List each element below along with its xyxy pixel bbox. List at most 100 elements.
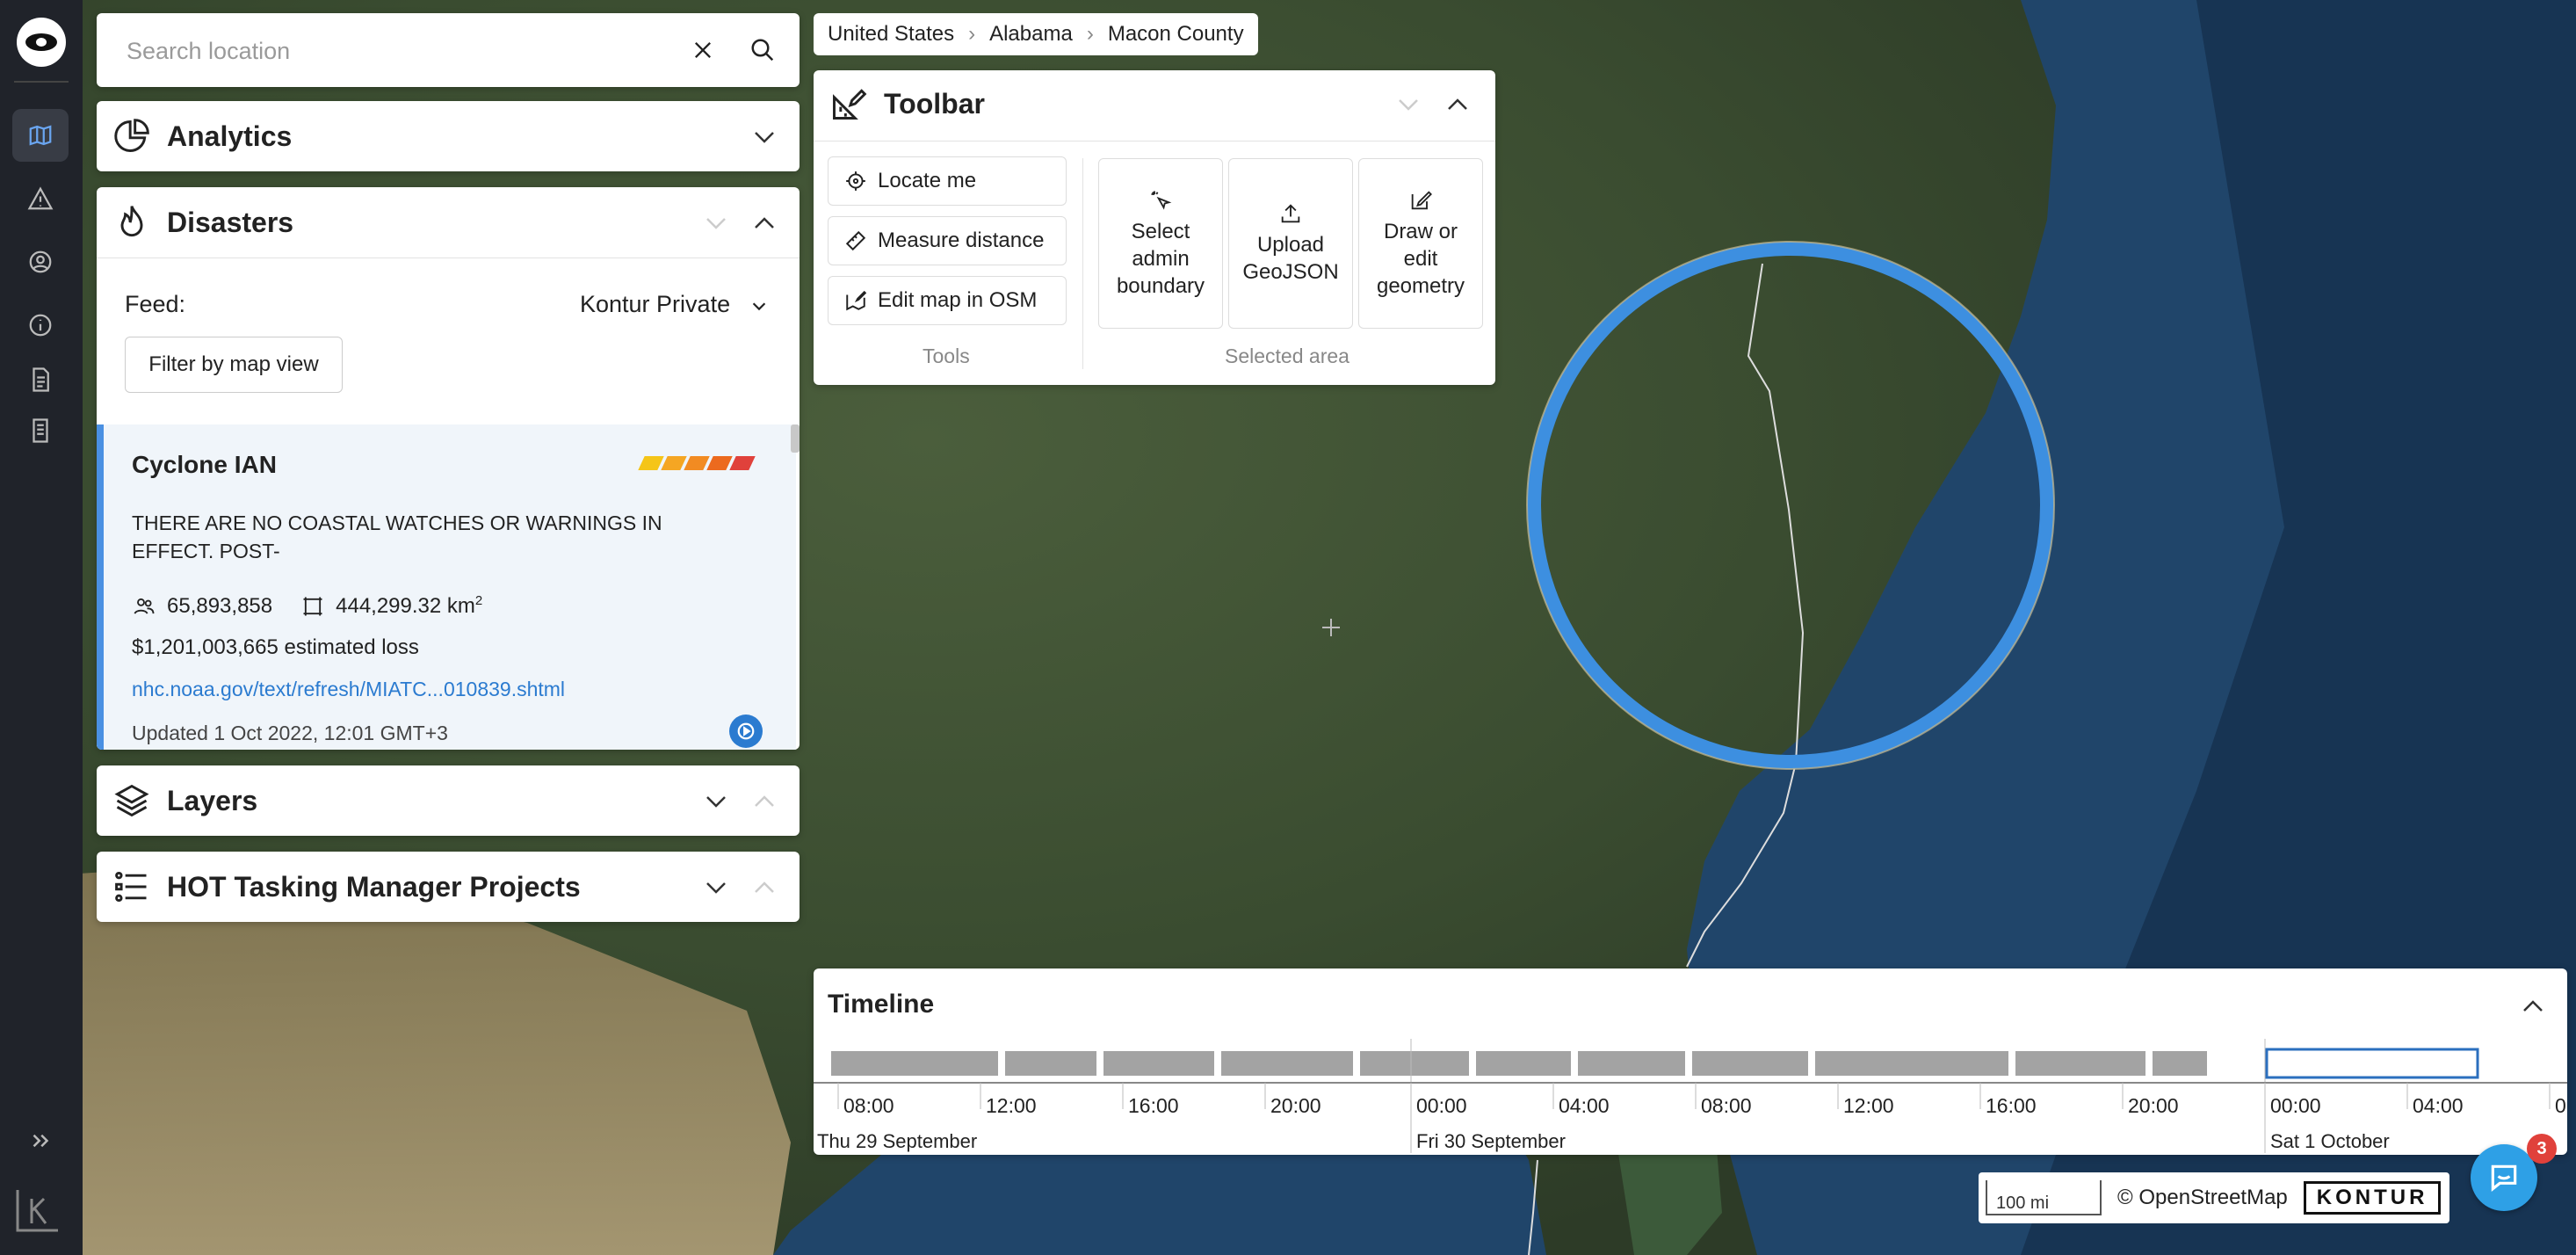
- list-scrollbar[interactable]: [791, 424, 800, 453]
- severity-segment: [729, 456, 756, 470]
- user-circle-icon: [29, 250, 52, 273]
- disasters-panel: Disasters Feed: Kontur Private Filter by…: [97, 187, 800, 750]
- kontur-brand[interactable]: KONTUR: [2303, 1181, 2442, 1215]
- severity-indicator: [638, 456, 756, 470]
- timeline-tick-label: 00:00: [1416, 1094, 1467, 1117]
- app-logo[interactable]: [17, 18, 66, 67]
- chevron-down-icon[interactable]: [703, 874, 729, 901]
- timeline-day-label: Sat 1 October: [2270, 1130, 2390, 1152]
- layers-title: Layers: [167, 784, 258, 816]
- ruler-pencil-icon: [833, 89, 867, 120]
- analytics-panel: Analytics: [97, 101, 800, 171]
- chevron-up-icon[interactable]: [751, 788, 778, 815]
- updated-timestamp: Updated 1 Oct 2022, 12:01 GMT+3: [132, 722, 448, 744]
- chat-notification-badge: 3: [2527, 1134, 2557, 1164]
- source-link[interactable]: nhc.noaa.gov/text/refresh/MIATC...010839…: [132, 678, 565, 701]
- upload-geojson-button[interactable]: Upload GeoJSON: [1228, 158, 1353, 329]
- disasters-title: Disasters: [167, 206, 294, 238]
- timeline-tick-label: 12:00: [986, 1094, 1037, 1117]
- draw-geometry-button[interactable]: Draw or edit geometry: [1358, 158, 1483, 329]
- draw-geometry-label: Draw or edit geometry: [1376, 219, 1465, 298]
- timeline-tick-label: 20:00: [1270, 1094, 1321, 1117]
- upload-geojson-label: Upload GeoJSON: [1242, 233, 1339, 284]
- disasters-header[interactable]: Disasters: [97, 187, 800, 258]
- breadcrumb-item[interactable]: Macon County: [1108, 22, 1244, 47]
- chevron-down-icon[interactable]: [703, 210, 729, 236]
- play-timeline-button[interactable]: [729, 715, 763, 748]
- analytics-header[interactable]: Analytics: [97, 101, 800, 171]
- document-lines-icon: [33, 418, 48, 443]
- rail-item-map[interactable]: [12, 109, 69, 162]
- disaster-card[interactable]: Cyclone IAN THERE ARE NO COASTAL WATCHES…: [97, 424, 796, 750]
- rail-item-notes[interactable]: [12, 404, 69, 457]
- breadcrumb-bar: United States › Alabama › Macon County: [814, 13, 1258, 55]
- measure-distance-label: Measure distance: [878, 229, 1045, 252]
- rail-expand-button[interactable]: [12, 1114, 69, 1167]
- crosshair-icon: [846, 171, 865, 191]
- timeline-bar: [2015, 1051, 2145, 1076]
- warning-icon: [27, 186, 54, 210]
- timeline-tick-label: 08:00: [843, 1094, 894, 1117]
- tools-group-label: Tools: [923, 345, 970, 367]
- search-input[interactable]: [125, 33, 691, 69]
- timeline-bar: [2153, 1051, 2207, 1076]
- timeline-day-label: Fri 30 September: [1416, 1130, 1566, 1152]
- list-icon: [115, 871, 147, 903]
- chevron-right-icon: ›: [968, 22, 976, 46]
- breadcrumb-item[interactable]: Alabama: [989, 22, 1073, 47]
- locate-me-label: Locate me: [878, 169, 977, 192]
- timeline-bar: [1103, 1051, 1214, 1076]
- search-button[interactable]: [745, 33, 780, 68]
- measure-distance-button[interactable]: Measure distance: [828, 216, 1067, 265]
- timeline-tick-label: 08:00: [1701, 1094, 1752, 1117]
- timeline-day-label: Thu 29 September: [817, 1130, 977, 1152]
- chevron-up-icon[interactable]: [1444, 91, 1471, 118]
- osm-attribution[interactable]: © OpenStreetMap: [2117, 1186, 2288, 1210]
- kontur-k-logo: [16, 1190, 58, 1232]
- toolbar-panel: Toolbar Locate me Measure distance Edit …: [814, 70, 1495, 385]
- toolbar-title: Toolbar: [884, 88, 985, 120]
- analytics-title: Analytics: [167, 120, 293, 152]
- severity-segment: [638, 456, 664, 470]
- chevron-right-icon: ›: [1086, 22, 1094, 46]
- hot-projects-header[interactable]: HOT Tasking Manager Projects: [97, 852, 800, 922]
- select-admin-boundary-label: Select admin boundary: [1116, 219, 1205, 298]
- clear-search-button[interactable]: [685, 33, 720, 68]
- timeline-tick-label: 04:00: [1559, 1094, 1610, 1117]
- disaster-title: Cyclone IAN: [132, 451, 277, 478]
- chevron-up-icon[interactable]: [751, 874, 778, 901]
- severity-segment: [706, 456, 733, 470]
- locate-me-button[interactable]: Locate me: [828, 156, 1067, 206]
- chevron-down-icon[interactable]: [751, 124, 778, 150]
- rail-item-profile[interactable]: [12, 236, 69, 288]
- timeline-tick-label: 16:00: [1986, 1094, 2037, 1117]
- disaster-description: THERE ARE NO COASTAL WATCHES OR WARNINGS…: [132, 511, 662, 562]
- search-panel: [97, 13, 800, 87]
- population-value: 65,893,858: [167, 593, 273, 618]
- chevron-up-icon[interactable]: [2520, 993, 2546, 1019]
- filter-by-map-view-button[interactable]: Filter by map view: [125, 337, 343, 393]
- chevron-up-icon[interactable]: [751, 210, 778, 236]
- timeline-track[interactable]: 08:00 12:00 16:00 20:00 00:00 04:00 08:00 12:00…: [814, 1039, 2567, 1155]
- timeline-tick-label: 20:00: [2128, 1094, 2179, 1117]
- rail-item-reports[interactable]: [12, 353, 69, 406]
- select-admin-boundary-button[interactable]: Select admin boundary: [1098, 158, 1223, 329]
- chevron-down-icon[interactable]: [1395, 91, 1422, 118]
- cursor-click-icon: [1151, 191, 1172, 210]
- timeline-bar: [1692, 1051, 1808, 1076]
- info-icon: [29, 314, 52, 337]
- layers-header[interactable]: Layers: [97, 765, 800, 836]
- scale-bar: 100 mi: [1986, 1180, 2102, 1215]
- upload-icon: [1281, 204, 1300, 223]
- area-number: 444,299.32 km: [336, 594, 475, 618]
- timeline-bar: [1360, 1051, 1469, 1076]
- feed-select[interactable]: Kontur Private: [580, 291, 769, 318]
- search-icon: [751, 39, 774, 62]
- rail-item-disasters[interactable]: [12, 172, 69, 225]
- rail-item-about[interactable]: [12, 299, 69, 352]
- edit-in-osm-label: Edit map in OSM: [878, 288, 1038, 312]
- breadcrumb-item[interactable]: United States: [828, 22, 954, 47]
- chevron-down-icon[interactable]: [703, 788, 729, 815]
- edit-in-osm-button[interactable]: Edit map in OSM: [828, 276, 1067, 325]
- people-icon: [134, 598, 155, 614]
